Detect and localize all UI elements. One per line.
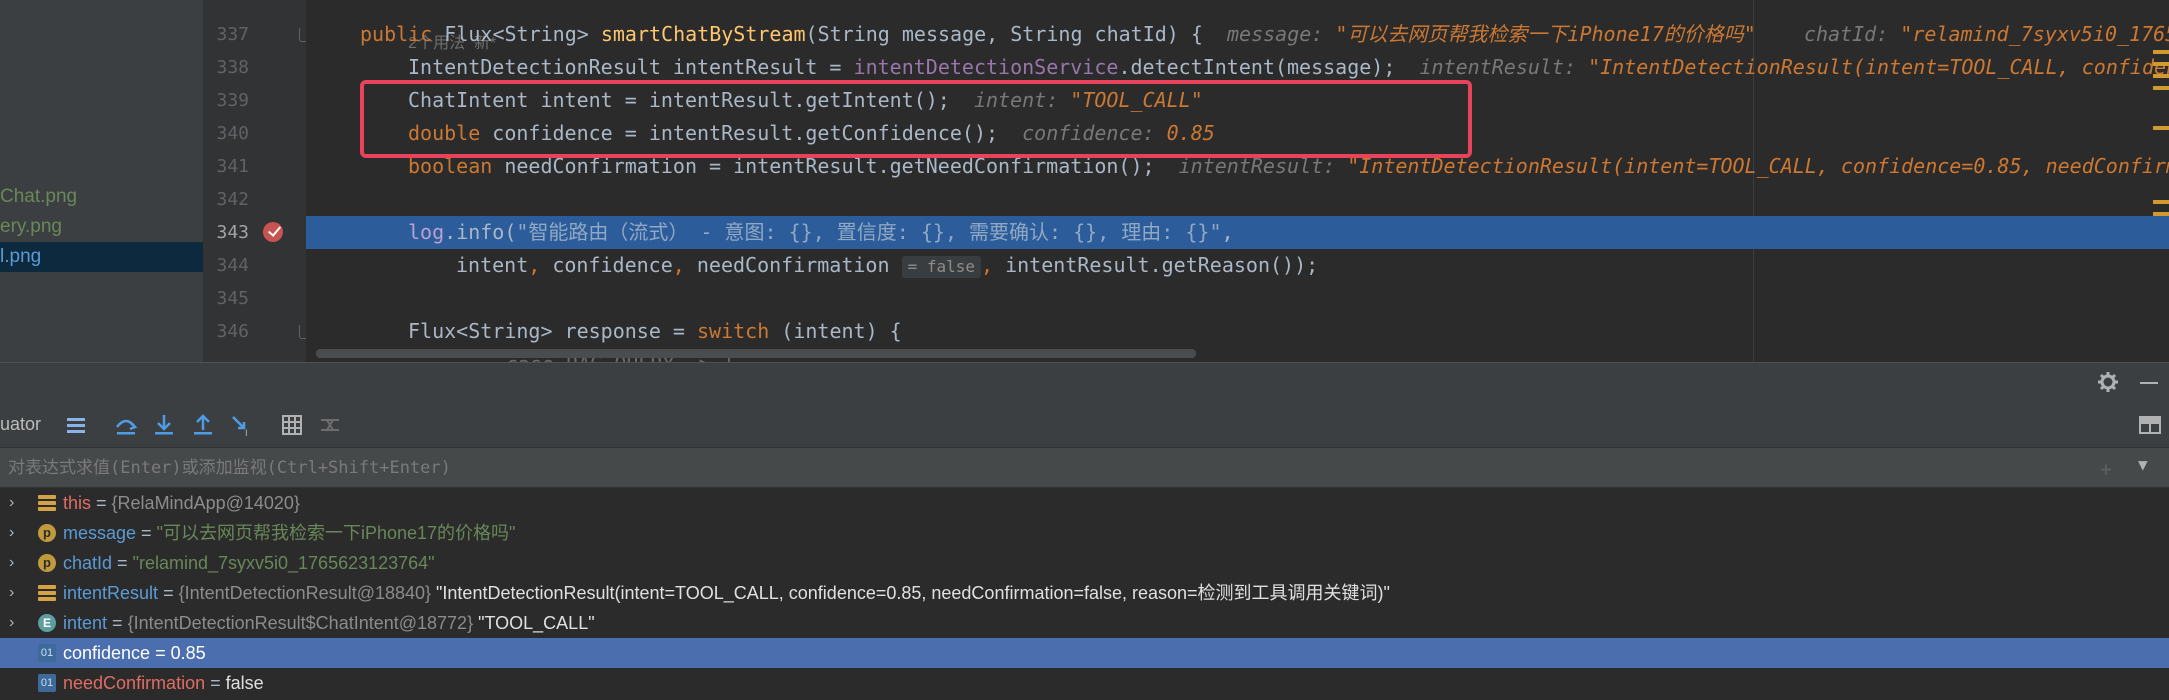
project-tree-panel: Chat.png ery.png l.png (0, 0, 203, 362)
debug-panel-header (0, 362, 2169, 402)
line-number: 338 (216, 57, 249, 78)
error-stripe-marker[interactable] (2153, 62, 2169, 66)
line-number: 346 (216, 321, 249, 342)
code-line-337: public Flux<String> smartChatByStream(St… (360, 22, 2169, 46)
minimize-icon[interactable] (2140, 382, 2158, 384)
frames-list-icon[interactable] (64, 413, 88, 437)
expand-chevron-icon[interactable]: › (9, 578, 14, 608)
error-stripe-marker[interactable] (2153, 200, 2169, 204)
svg-text:I: I (245, 429, 248, 437)
project-file-item[interactable]: Chat.png (0, 182, 203, 212)
layout-settings-icon[interactable] (2138, 413, 2162, 437)
annotation-highlight-box (360, 80, 1472, 158)
add-watch-icon[interactable]: + (2100, 457, 2112, 481)
line-number: 339 (216, 90, 249, 111)
variable-row[interactable]: 01 needConfirmation = false (0, 668, 2169, 698)
expression-history-dropdown-icon[interactable]: ▼ (2138, 455, 2148, 474)
run-to-cursor-icon[interactable]: I (230, 413, 254, 437)
evaluate-expression-input[interactable] (8, 454, 2058, 482)
variable-row[interactable]: › p message = "可以去网页帮我检索一下iPhone17的价格吗" (0, 518, 2169, 548)
error-stripe-marker[interactable] (2153, 212, 2169, 216)
horizontal-scrollbar[interactable] (316, 349, 1196, 358)
line-number: 337 (216, 24, 249, 45)
evaluate-expression-icon[interactable] (280, 413, 304, 437)
variable-row-selected[interactable]: 01 confidence = 0.85 (0, 638, 2169, 668)
inline-value-hint: = false (901, 256, 981, 278)
primitive-icon: 01 (38, 644, 56, 662)
expand-chevron-icon[interactable]: › (9, 488, 14, 518)
param-icon: p (38, 554, 56, 572)
line-number: 341 (216, 156, 249, 177)
line-number: 345 (216, 288, 249, 309)
error-stripe-marker[interactable] (2153, 74, 2169, 78)
primitive-icon: 01 (38, 674, 56, 692)
settings-gear-icon[interactable] (2097, 371, 2119, 393)
code-line-344: intent, confidence, needConfirmation = f… (456, 253, 1319, 278)
error-stripe-marker[interactable] (2153, 50, 2169, 54)
expand-chevron-icon[interactable]: › (9, 518, 14, 548)
variable-row[interactable]: › this = {RelaMindApp@14020} (0, 488, 2169, 518)
line-number: 340 (216, 123, 249, 144)
variable-row[interactable]: › p chatId = "relamind_7syxv5i0_17656231… (0, 548, 2169, 578)
line-number: 342 (216, 189, 249, 210)
debugger-toolbar: uator I (0, 402, 2169, 448)
execution-point-line: log.info("智能路由（流式） - 意图: {}, 置信度: {}, 需要… (306, 216, 2169, 249)
line-number-current: 343 (216, 222, 249, 243)
variables-tree: › this = {RelaMindApp@14020} › p message… (0, 488, 2169, 700)
variable-row[interactable]: › intentResult = {IntentDetectionResult@… (0, 578, 2169, 608)
breakpoint-icon[interactable] (263, 222, 283, 242)
step-into-icon[interactable] (152, 413, 176, 437)
error-stripe-marker[interactable] (2153, 86, 2169, 90)
code-editor[interactable]: 2个用法 新* public Flux<String> smartChatByS… (306, 0, 2169, 362)
line-number: 344 (216, 255, 249, 276)
code-line-346: Flux<String> response = switch (intent) … (408, 319, 902, 343)
editor-gutter[interactable]: 337 338 339 340 341 342 343 344 345 346 (203, 0, 311, 362)
evaluator-tab-label[interactable]: uator (0, 414, 41, 435)
trace-stream-icon[interactable] (318, 413, 342, 437)
enum-icon: E (38, 614, 56, 632)
expression-bar: + ▼ (0, 448, 2169, 488)
project-file-item[interactable]: ery.png (0, 212, 203, 242)
error-stripe-marker[interactable] (2153, 126, 2169, 130)
expand-chevron-icon[interactable]: › (9, 608, 14, 638)
field-icon (38, 584, 56, 602)
param-icon: p (38, 524, 56, 542)
variable-row[interactable]: › E intent = {IntentDetectionResult$Chat… (0, 608, 2169, 638)
field-icon (38, 494, 56, 512)
step-out-icon[interactable] (191, 413, 215, 437)
step-over-icon[interactable] (114, 413, 138, 437)
project-file-item-selected[interactable]: l.png (0, 242, 203, 272)
expand-chevron-icon[interactable]: › (9, 548, 14, 578)
